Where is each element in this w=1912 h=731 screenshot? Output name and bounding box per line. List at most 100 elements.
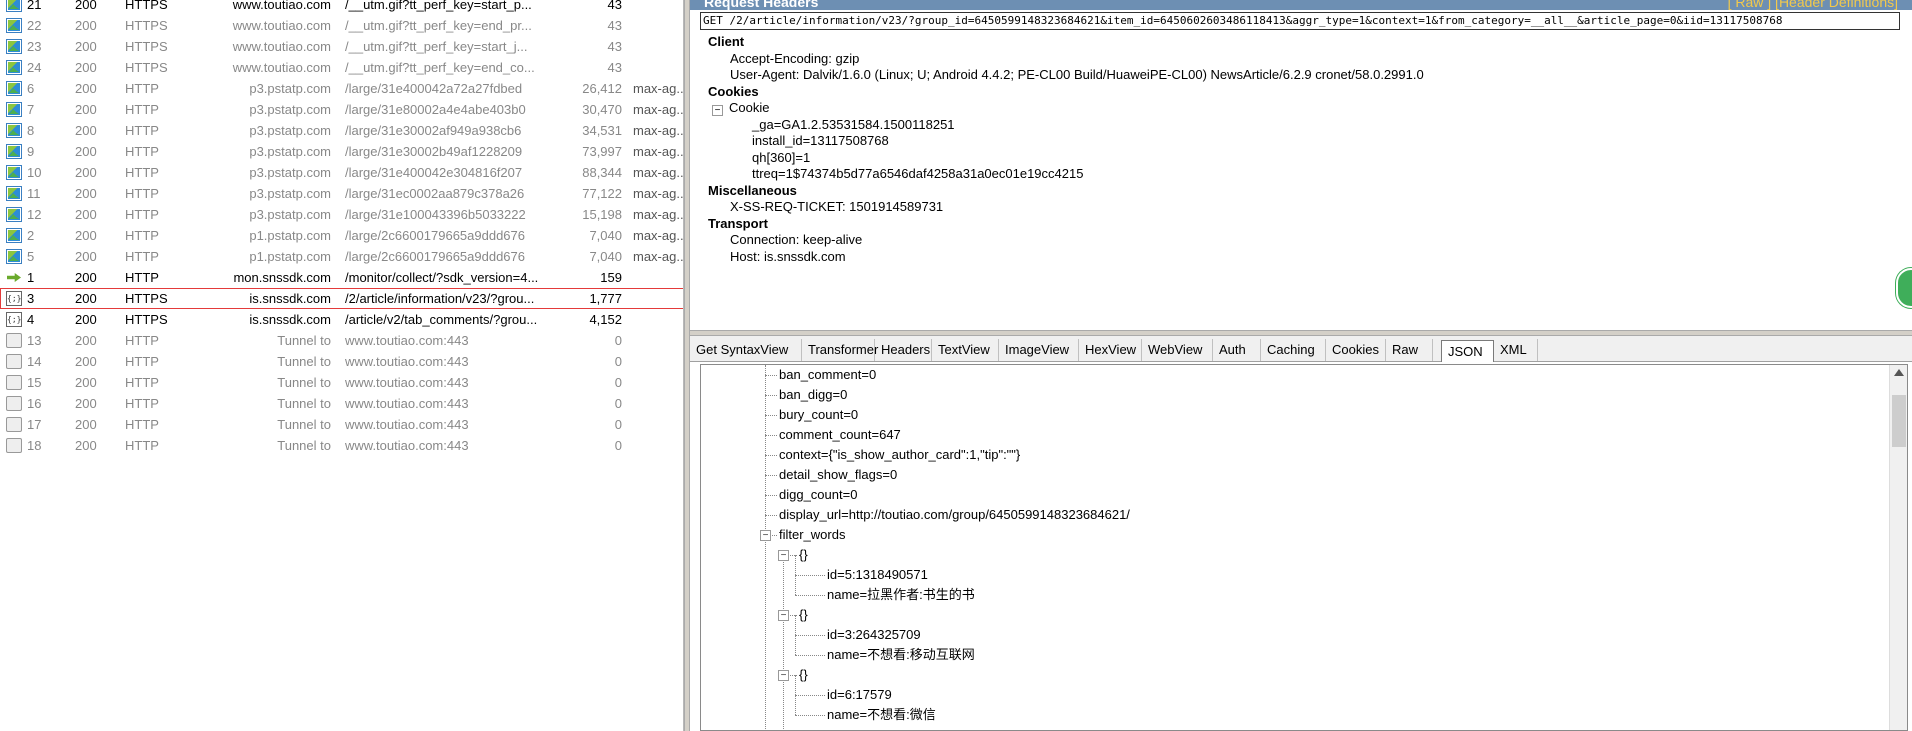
json-node[interactable]: comment_count=647 <box>779 425 901 445</box>
json-node[interactable]: ban_comment=0 <box>779 365 876 385</box>
session-url: /large/31ec0002aa879c378a26 <box>345 186 525 201</box>
session-host: p3.pstatp.com <box>249 123 331 138</box>
session-row[interactable]: 16 200 HTTP Tunnel to www.toutiao.com:443 0 <box>0 393 683 414</box>
json-tree-view[interactable]: ban_comment=0 ban_digg=0 bury_count=0 comme… <box>700 364 1908 731</box>
session-host: Tunnel to <box>277 396 331 411</box>
collapse-icon[interactable]: − <box>778 670 789 681</box>
json-node[interactable]: id=3:264325709 <box>827 625 921 645</box>
json-node[interactable]: {} <box>799 545 808 565</box>
session-result: 200 <box>75 354 97 369</box>
image-icon <box>6 144 22 159</box>
session-caching: max-ag... <box>633 249 684 264</box>
collapse-icon[interactable]: − <box>712 105 723 116</box>
side-toggle-button[interactable] <box>1896 268 1912 308</box>
header-text: Connection: keep-alive <box>730 232 863 247</box>
tab-webview[interactable]: WebView <box>1142 339 1213 361</box>
session-row[interactable]: 11 200 HTTP p3.pstatp.com/large/31ec0002aa8… <box>0 183 683 204</box>
session-body-size: 30,470 <box>582 102 622 117</box>
session-host: Tunnel to <box>277 417 331 432</box>
session-protocol: HTTP <box>125 417 159 432</box>
session-row[interactable]: 8 200 HTTP p3.pstatp.com/large/31e30002af94… <box>0 120 683 141</box>
lock-icon <box>6 354 22 369</box>
session-body-size: 0 <box>614 354 622 369</box>
lock-icon <box>6 375 22 390</box>
tab-xml[interactable]: XML <box>1494 339 1538 361</box>
collapse-icon[interactable]: − <box>778 550 789 561</box>
tab-raw[interactable]: Raw <box>1386 339 1433 361</box>
session-result: 200 <box>75 0 97 12</box>
json-node[interactable]: display_url=http://toutiao.com/group/645… <box>779 505 1130 525</box>
tab-hexview[interactable]: HexView <box>1079 339 1142 361</box>
request-line[interactable]: GET /2/article/information/v23/?group_id… <box>700 12 1900 30</box>
session-row[interactable]: 12 200 HTTP p3.pstatp.com/large/31e10004339… <box>0 204 683 225</box>
session-row[interactable]: 18 200 HTTP Tunnel to www.toutiao.com:443 0 <box>0 435 683 456</box>
collapse-icon[interactable]: − <box>760 530 771 541</box>
session-host: p3.pstatp.com <box>249 186 331 201</box>
json-node[interactable]: id=6:17579 <box>827 685 892 705</box>
lock-icon <box>6 333 22 348</box>
session-row[interactable]: 2 200 HTTP p1.pstatp.com/large/2c6600179665… <box>0 225 683 246</box>
session-protocol: HTTPS <box>125 312 168 327</box>
tab-get-syntaxview[interactable]: Get SyntaxView <box>690 339 802 361</box>
tree-connector <box>790 675 797 676</box>
session-row[interactable]: 7 200 HTTP p3.pstatp.com/large/31e80002a4e4… <box>0 99 683 120</box>
header-links[interactable]: [ Raw ] [Header Definitions] <box>1728 0 1898 10</box>
json-node[interactable]: id=5:1318490571 <box>827 565 928 585</box>
session-protocol: HTTP <box>125 354 159 369</box>
scroll-thumb[interactable] <box>1892 395 1906 447</box>
json-node[interactable]: ban_digg=0 <box>779 385 847 405</box>
session-row[interactable]: 14 200 HTTP Tunnel to www.toutiao.com:443 0 <box>0 351 683 372</box>
session-row[interactable]: 23 200 HTTPS www.toutiao.com /__utm.gif?tt_p… <box>0 36 683 57</box>
json-node[interactable]: {} <box>799 605 808 625</box>
tab-json[interactable]: JSON <box>1441 340 1494 362</box>
session-row[interactable]: 5 200 HTTP p1.pstatp.com/large/2c6600179665… <box>0 246 684 267</box>
tab-transformer[interactable]: Transformer <box>802 339 878 361</box>
session-list[interactable]: 21 200 HTTPS www.toutiao.com/__utm.gif?tt_p… <box>0 0 684 731</box>
session-number: 23 <box>27 39 42 54</box>
session-row[interactable]: 21 200 HTTPS www.toutiao.com /__utm.gif?tt_p… <box>0 0 683 15</box>
session-row[interactable]: 15 200 HTTP Tunnel to www.toutiao.com:443 0 <box>0 372 683 393</box>
tab-caching[interactable]: Caching <box>1261 339 1326 361</box>
session-row[interactable]: 1 200 HTTP mon.snssdk.com/monitor/collect/?… <box>0 267 683 288</box>
session-caching: max-ag... <box>633 165 684 180</box>
session-result: 200 <box>75 249 97 264</box>
collapse-icon[interactable]: − <box>778 610 789 621</box>
session-number: 8 <box>27 123 35 138</box>
tab-auth[interactable]: Auth <box>1213 339 1261 361</box>
json-node[interactable]: context={"is_show_author_card":1,"tip":"… <box>779 445 1020 465</box>
session-row[interactable]: 6 200 HTTP p3.pstatp.com/large/31e400042a72… <box>0 78 683 99</box>
session-number: 9 <box>27 144 35 159</box>
tab-imageview[interactable]: ImageView <box>999 339 1079 361</box>
session-row[interactable]: {;} 4 200 HTTPS is.snssdk.com/article/v2/tab… <box>0 309 683 330</box>
session-result: 200 <box>75 123 97 138</box>
session-row[interactable]: 22 200 HTTPS www.toutiao.com /__utm.gif?tt_p… <box>0 15 683 36</box>
json-node[interactable]: name=不想看:微信 <box>827 705 936 725</box>
session-host: Tunnel to <box>277 375 331 390</box>
session-row[interactable]: 9 200 HTTP p3.pstatp.com/large/31e30002b49a… <box>0 141 683 162</box>
tree-connector <box>795 695 825 696</box>
session-number: 11 <box>27 186 41 201</box>
vertical-scrollbar[interactable] <box>1889 365 1907 730</box>
session-body-size: 0 <box>614 333 622 348</box>
json-node[interactable]: detail_show_flags=0 <box>779 465 897 485</box>
session-row[interactable]: 17 200 HTTP Tunnel to www.toutiao.com:443 0 <box>0 414 683 435</box>
json-node[interactable]: bury_count=0 <box>779 405 858 425</box>
tab-textview[interactable]: TextView <box>932 339 999 361</box>
session-row[interactable]: 10 200 HTTP p3.pstatp.com/large/31e400042e3… <box>0 162 684 183</box>
session-protocol: HTTP <box>125 375 159 390</box>
json-icon: {;} <box>6 312 22 327</box>
json-node[interactable]: {} <box>799 665 808 685</box>
session-protocol: HTTP <box>125 438 159 453</box>
session-row[interactable]: 13 200 HTTP Tunnel to www.toutiao.com:443 0 <box>0 330 683 351</box>
json-node[interactable]: filter_words <box>779 525 845 545</box>
tab-cookies[interactable]: Cookies <box>1326 339 1386 361</box>
json-node[interactable]: digg_count=0 <box>779 485 857 505</box>
json-node[interactable]: name=拉黑作者:书生的书 <box>827 585 975 605</box>
tree-connector <box>765 495 777 496</box>
session-row[interactable]: {;} 3 200 HTTPS is.snssdk.com/2/article/info… <box>0 288 683 309</box>
scroll-up-arrow-icon[interactable] <box>1894 369 1904 376</box>
session-body-size: 15,198 <box>582 207 622 222</box>
tab-headers[interactable]: Headers <box>875 339 932 361</box>
session-row[interactable]: 24 200 HTTPS www.toutiao.com /__utm.gif?tt_p… <box>0 57 683 78</box>
json-node[interactable]: name=不想看:移动互联网 <box>827 645 975 665</box>
